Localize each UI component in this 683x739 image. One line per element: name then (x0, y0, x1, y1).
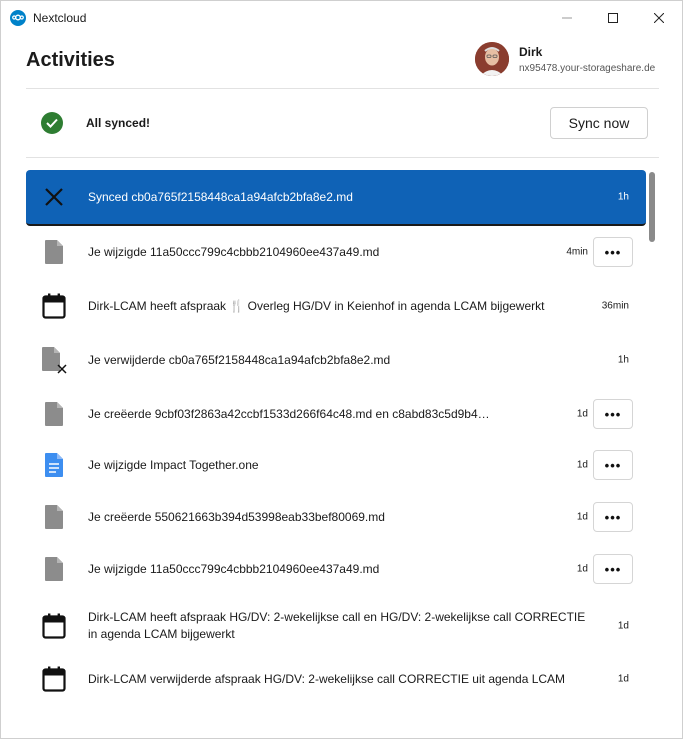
activity-time: 1d (576, 563, 588, 575)
close-icon (654, 12, 664, 23)
title-bar[interactable]: Nextcloud (1, 1, 682, 34)
scrollbar[interactable] (648, 170, 656, 710)
activity-row[interactable]: Dirk-LCAM heeft afspraak HG/DV: 2-wekeli… (26, 596, 646, 656)
file-icon (41, 239, 67, 265)
scrollbar-thumb[interactable] (649, 172, 655, 242)
activity-row[interactable]: Je creëerde 550621663b394d53998eab33bef8… (26, 490, 646, 544)
file-icon (41, 504, 67, 530)
user-name: Dirk (519, 45, 543, 59)
activity-time: 36min (601, 300, 629, 312)
window-title: Nextcloud (33, 10, 87, 25)
activity-text: Je wijzigde 11a50ccc799c4cbbb2104960ee43… (88, 245, 380, 259)
activity-row[interactable]: Je wijzigde Impact Together.one 1d ••• (26, 438, 646, 492)
activity-text: Dirk-LCAM verwijderde afspraak HG/DV: 2-… (88, 672, 566, 686)
calendar-icon (41, 293, 67, 319)
avatar[interactable] (475, 42, 509, 76)
activity-time: 1d (576, 511, 588, 523)
more-options-button[interactable]: ••• (593, 237, 633, 267)
page-title: Activities (26, 49, 115, 71)
minimize-button[interactable] (544, 1, 590, 34)
more-options-button[interactable]: ••• (593, 554, 633, 584)
activity-text: Je wijzigde Impact Together.one (88, 458, 259, 472)
file-deleted-icon (41, 347, 67, 374)
nextcloud-logo-icon (10, 9, 26, 26)
sync-status-row: All synced! Sync now (26, 89, 659, 157)
more-options-button[interactable]: ••• (593, 399, 633, 429)
activity-text: Dirk-LCAM heeft afspraak 🍴 Overleg HG/DV… (88, 299, 545, 313)
user-server: nx95478.your-storageshare.de (519, 63, 656, 74)
activity-list[interactable]: Synced cb0a765f2158448ca1a94afcb2bfa8e2.… (26, 170, 646, 710)
file-icon (41, 556, 67, 582)
activity-text: Synced cb0a765f2158448ca1a94afcb2bfa8e2.… (88, 190, 353, 204)
activity-row[interactable]: Dirk-LCAM heeft afspraak 🍴 Overleg HG/DV… (26, 279, 646, 333)
minimize-icon (562, 17, 572, 18)
activity-time: 4min (566, 246, 588, 258)
activity-row[interactable]: Je wijzigde 11a50ccc799c4cbbb2104960ee43… (26, 225, 646, 279)
maximize-button[interactable] (590, 1, 636, 34)
activity-row[interactable]: Je wijzigde 11a50ccc799c4cbbb2104960ee43… (26, 542, 646, 596)
more-options-button[interactable]: ••• (593, 502, 633, 532)
sync-status-text: All synced! (86, 116, 151, 130)
activity-row-selected[interactable]: Synced cb0a765f2158448ca1a94afcb2bfa8e2.… (26, 170, 646, 226)
calendar-icon (41, 613, 67, 639)
activity-text: Je creëerde 550621663b394d53998eab33bef8… (88, 510, 385, 524)
activity-text: Je wijzigde 11a50ccc799c4cbbb2104960ee43… (88, 562, 380, 576)
calendar-icon (41, 666, 67, 692)
header: Activities Dirk nx95478.your-storageshar… (26, 41, 659, 89)
activity-time: 1h (617, 191, 629, 203)
window-controls (544, 1, 682, 34)
activity-time: 1d (576, 408, 588, 420)
maximize-icon (608, 12, 618, 23)
document-icon (41, 452, 67, 478)
file-icon (41, 401, 67, 427)
activity-row[interactable]: Je verwijderde cb0a765f2158448ca1a94afcb… (26, 333, 646, 387)
activity-time: 1d (617, 620, 629, 632)
check-circle-icon (41, 112, 63, 134)
activity-row[interactable]: Je creëerde 9cbf03f2863a42ccbf1533d266f6… (26, 387, 646, 441)
close-icon[interactable] (41, 184, 67, 210)
activity-time: 1d (576, 459, 588, 471)
app-window: Nextcloud Activities Dirk nx95478.your-s… (0, 0, 683, 739)
activity-row[interactable]: Dirk-LCAM verwijderde afspraak HG/DV: 2-… (26, 652, 646, 706)
divider (26, 157, 659, 158)
activity-time: 1d (617, 673, 629, 685)
activity-text: Dirk-LCAM heeft afspraak HG/DV: 2-wekeli… (88, 610, 586, 641)
close-window-button[interactable] (636, 1, 682, 34)
more-options-button[interactable]: ••• (593, 450, 633, 480)
sync-now-button[interactable]: Sync now (550, 107, 648, 139)
activity-time: 1h (617, 354, 629, 366)
activity-text: Je verwijderde cb0a765f2158448ca1a94afcb… (88, 353, 391, 367)
activity-text: Je creëerde 9cbf03f2863a42ccbf1533d266f6… (88, 407, 496, 421)
